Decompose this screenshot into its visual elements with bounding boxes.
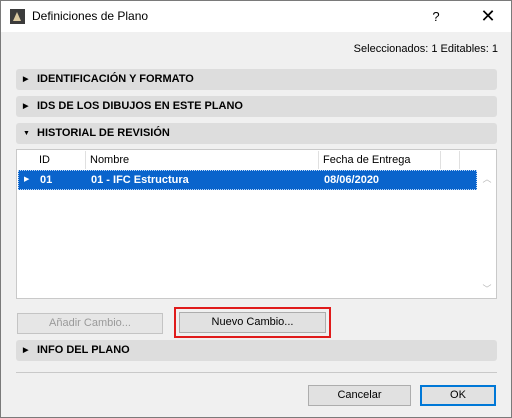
section-ids-dibujos[interactable]: ▶ IDS DE LOS DIBUJOS EN ESTE PLANO	[16, 96, 497, 117]
vertical-scrollbar[interactable]: ︿ ﹀	[478, 170, 496, 298]
close-button[interactable]: ✕	[471, 1, 505, 32]
window-title: Definiciones de Plano	[32, 9, 149, 23]
cancel-button[interactable]: Cancelar	[308, 385, 411, 406]
column-divider	[85, 151, 86, 169]
section-label: IDENTIFICACIÓN Y FORMATO	[37, 73, 194, 85]
dialog-window: Definiciones de Plano ? ✕ Seleccionados:…	[0, 0, 512, 418]
new-change-button[interactable]: Nuevo Cambio...	[179, 312, 326, 333]
cell-id: 01	[40, 174, 53, 186]
section-label: INFO DEL PLANO	[37, 344, 130, 356]
triangle-right-icon: ▶	[23, 76, 29, 83]
column-header-id[interactable]: ID	[39, 152, 50, 168]
section-historial[interactable]: ▼ HISTORIAL DE REVISIÓN	[16, 123, 497, 144]
selection-status: Seleccionados: 1 Editables: 1	[353, 43, 498, 55]
column-divider	[459, 151, 460, 169]
footer-divider	[16, 372, 497, 373]
column-header-nombre[interactable]: Nombre	[90, 152, 129, 168]
triangle-right-icon: ▶	[23, 103, 29, 110]
section-label: IDS DE LOS DIBUJOS EN ESTE PLANO	[37, 100, 243, 112]
help-button[interactable]: ?	[421, 1, 451, 32]
section-label: HISTORIAL DE REVISIÓN	[37, 127, 170, 139]
add-change-button[interactable]: Añadir Cambio...	[17, 313, 163, 334]
chevron-up-icon[interactable]: ︿	[478, 170, 496, 188]
section-identificacion[interactable]: ▶ IDENTIFICACIÓN Y FORMATO	[16, 69, 497, 90]
section-info-plano[interactable]: ▶ INFO DEL PLANO	[16, 340, 497, 361]
column-divider	[440, 151, 441, 169]
app-icon	[10, 9, 25, 24]
triangle-down-icon: ▼	[23, 130, 30, 137]
title-bar: Definiciones de Plano ? ✕	[1, 1, 511, 32]
table-row[interactable]: ▶ 01 01 - IFC Estructura 08/06/2020	[18, 170, 477, 190]
revision-table[interactable]: ID Nombre Fecha de Entrega ▶ 01 01 - IFC…	[16, 149, 497, 299]
cell-nombre: 01 - IFC Estructura	[91, 174, 189, 186]
chevron-down-icon[interactable]: ﹀	[478, 280, 496, 298]
column-header-fecha[interactable]: Fecha de Entrega	[323, 152, 410, 168]
cell-fecha: 08/06/2020	[324, 174, 380, 186]
triangle-right-icon: ▶	[23, 347, 29, 354]
ok-button[interactable]: OK	[420, 385, 496, 406]
triangle-right-icon: ▶	[24, 176, 30, 183]
column-divider	[318, 151, 319, 169]
